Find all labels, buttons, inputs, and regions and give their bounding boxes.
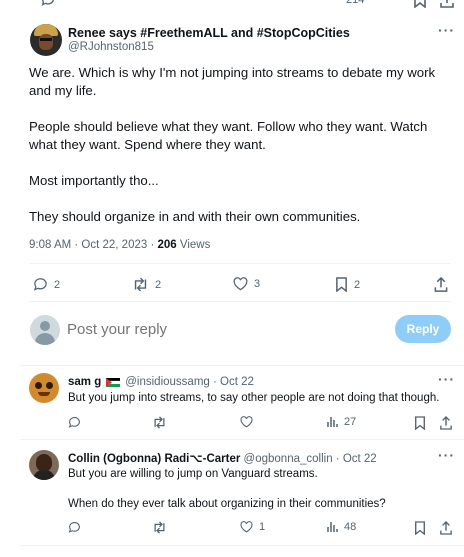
retweet-icon [132, 277, 149, 292]
reply-handle[interactable]: @ogbonna_collin [244, 453, 333, 465]
separator: · [209, 376, 221, 388]
reply-count: 2 [54, 278, 61, 291]
palestine-flag-icon [106, 377, 121, 387]
previous-tweet-actions: 214 [0, 0, 464, 8]
reply-date[interactable]: Oct 22 [343, 453, 377, 465]
reply-avatar[interactable] [29, 373, 59, 403]
composer-avatar [30, 315, 60, 345]
main-tweet-handle[interactable]: @RJohnston815 [68, 41, 154, 53]
main-tweet-avatar[interactable] [30, 24, 62, 56]
share-icon[interactable] [434, 277, 448, 292]
main-tweet-display-name[interactable]: Renee says #FreethemALL and #StopCopCiti… [68, 26, 350, 40]
reply-handle[interactable]: @insidioussamg [125, 376, 210, 388]
main-tweet-text: We are. Which is why I'm not jumping int… [29, 64, 449, 226]
views-action[interactable]: 27 [327, 416, 356, 428]
reply-paragraph: But you are willing to jump on Vanguard … [68, 468, 318, 480]
retweet-count: 2 [155, 278, 162, 291]
bookmark-count: 2 [354, 278, 361, 291]
views-label: Views [176, 239, 211, 251]
separator: · [332, 453, 343, 465]
reply-button[interactable]: Reply [395, 315, 451, 343]
retweet-icon[interactable] [152, 416, 167, 429]
bookmark-action[interactable]: 2 [335, 277, 360, 292]
bookmark-icon[interactable] [414, 521, 426, 535]
like-count: 3 [254, 278, 261, 290]
like-count: 1 [259, 521, 266, 533]
like-action[interactable]: 3 [233, 277, 260, 291]
retweet-icon[interactable] [152, 521, 167, 534]
divider [29, 301, 451, 302]
reply-input[interactable] [67, 316, 367, 342]
reply-text: But you jump into streams, to say other … [68, 392, 440, 404]
reply-avatar[interactable] [29, 450, 59, 480]
like-action[interactable]: 1 [240, 521, 265, 533]
share-icon[interactable] [440, 0, 454, 8]
views-number: 206 [157, 239, 177, 251]
heart-icon [240, 521, 253, 533]
divider [20, 545, 464, 546]
tweet-paragraph: We are. Which is why I'm not jumping int… [29, 65, 436, 98]
tweet-paragraph: People should believe what they want. Fo… [29, 119, 428, 152]
tweet-paragraph: They should organize in and with their o… [29, 209, 361, 224]
more-options-icon[interactable]: ··· [438, 447, 455, 463]
reply-header: sam g @insidioussamg · Oct 22 [68, 376, 254, 388]
heart-icon[interactable] [240, 416, 253, 428]
reply-display-name[interactable]: sam g [68, 376, 101, 388]
share-icon[interactable] [440, 416, 452, 430]
reply-icon[interactable] [68, 521, 81, 534]
reply-text: But you are willing to jump on Vanguard … [68, 467, 386, 512]
views-action[interactable]: 48 [327, 521, 356, 533]
reply-paragraph: When do they ever talk about organizing … [68, 498, 386, 510]
reply-header: Collin (Ogbonna) Radi⌥-Carter @ogbonna_c… [68, 451, 377, 465]
views-count: 214 [346, 0, 365, 6]
retweet-action[interactable]: 2 [132, 277, 161, 292]
bookmark-icon [335, 277, 348, 292]
tweet-paragraph: Most importantly tho... [29, 173, 159, 188]
divider [20, 439, 464, 440]
views-count: 27 [344, 416, 357, 428]
analytics-icon [327, 416, 339, 428]
divider [20, 365, 464, 366]
reply-icon[interactable] [68, 416, 81, 429]
more-options-icon[interactable]: ··· [438, 22, 455, 38]
views-count: 48 [344, 521, 357, 533]
analytics-icon [327, 521, 339, 533]
heart-icon [233, 277, 248, 291]
bookmark-icon[interactable] [413, 0, 427, 8]
tweet-metadata: 9:08 AM · Oct 22, 2023 · 206 Views [29, 239, 210, 251]
reply-action[interactable]: 2 [33, 277, 60, 292]
reply-icon [33, 277, 48, 292]
more-options-icon[interactable]: ··· [438, 371, 455, 387]
divider [29, 263, 451, 264]
reply-display-name[interactable]: Collin (Ogbonna) Radi⌥-Carter [68, 453, 240, 465]
tweet-timestamp[interactable]: 9:08 AM · Oct 22, 2023 · [29, 239, 157, 251]
reply-icon[interactable] [40, 0, 56, 8]
share-icon[interactable] [440, 521, 452, 535]
bookmark-icon[interactable] [414, 416, 426, 430]
reply-date[interactable]: Oct 22 [220, 376, 254, 388]
